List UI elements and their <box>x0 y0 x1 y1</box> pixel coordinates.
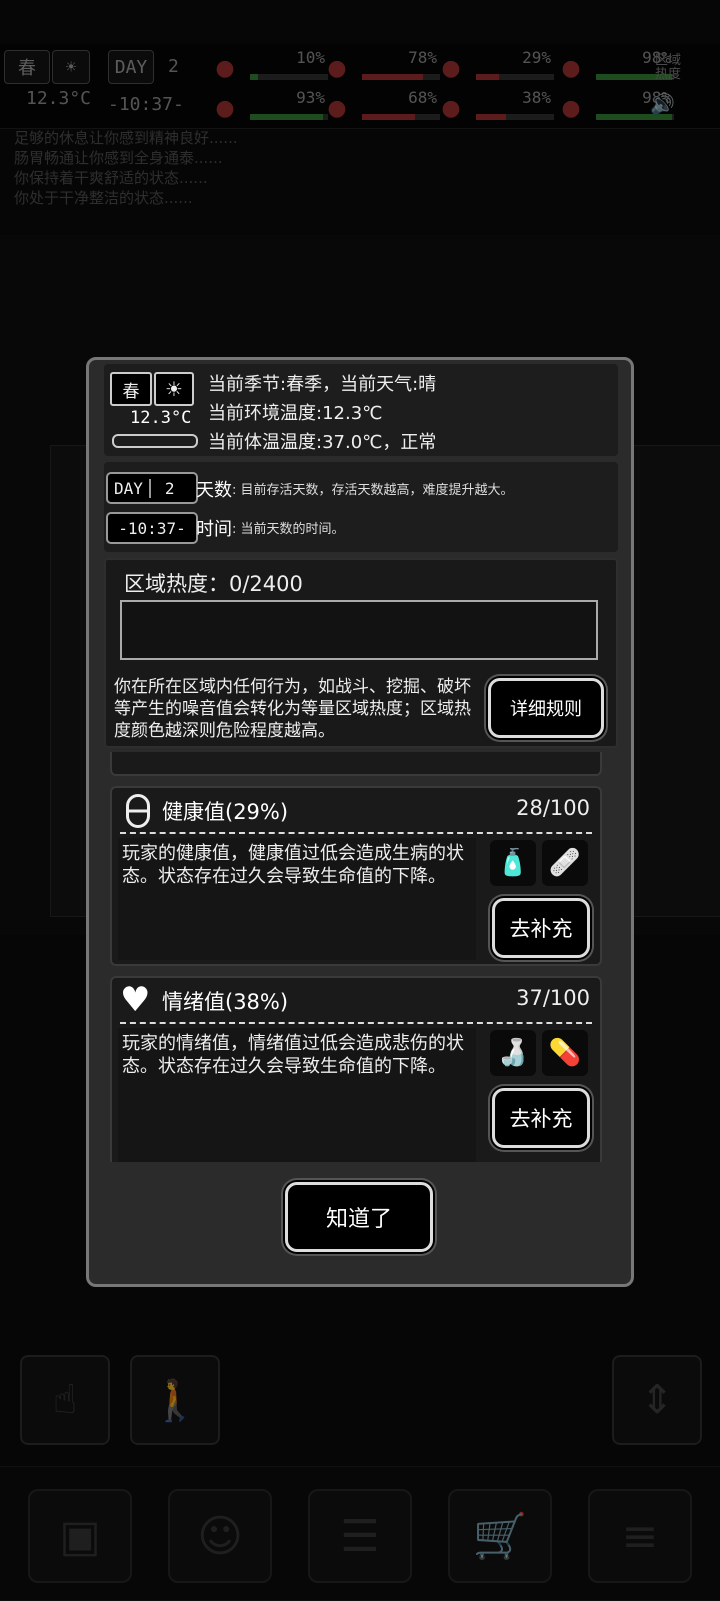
time-description: : 当前天数的时间。 <box>232 522 345 537</box>
mood-title: 情绪值(38%) <box>162 990 289 1014</box>
season-weather-line: 当前季节:春季，当前天气:晴 <box>208 374 437 395</box>
heat-description: 你在所在区域内任何行为，如战斗、挖掘、破坏等产生的噪音值会转化为等量区域热度；区… <box>114 677 471 741</box>
day-description: : 目前存活天数，存活天数越高，难度提升越大。 <box>232 483 514 498</box>
health-description: 玩家的健康值，健康值过低会造成生病的状态。状态存在过久会导致生命值的下降。 <box>122 843 464 887</box>
mood-card: ♥ 情绪值(38%) 37/100 玩家的情绪值，情绪值过低会造成悲伤的状态。状… <box>110 976 602 1162</box>
heart-icon: ♥ <box>120 980 151 1020</box>
heat-progress-bar <box>120 600 598 660</box>
medicine-spray-icon[interactable]: 🧴 <box>490 840 536 886</box>
health-replenish-button[interactable]: 去补充 <box>492 898 590 958</box>
mood-replenish-button[interactable]: 去补充 <box>492 1088 590 1148</box>
divider <box>120 832 592 834</box>
previous-card-edge <box>110 752 602 776</box>
status-info-dialog: 春 ☀ 12.3°C 当前季节:春季，当前天气:晴 当前环境温度:12.3℃ 当… <box>86 357 634 1287</box>
day-lcd: DAY 2 <box>106 472 198 504</box>
status-card-list[interactable]: 健康值(29%) 28/100 玩家的健康值，健康值过低会造成生病的状态。状态存… <box>104 752 618 1162</box>
day-title: 天数 <box>196 480 232 501</box>
season-badge: 春 <box>110 372 152 406</box>
pills-icon[interactable]: 💊 <box>542 1030 588 1076</box>
bottle-icon[interactable]: 🍶 <box>490 1030 536 1076</box>
weather-panel: 春 ☀ 12.3°C 当前季节:春季，当前天气:晴 当前环境温度:12.3℃ 当… <box>104 364 618 456</box>
weather-icon-group: 春 ☀ 12.3°C <box>110 372 198 452</box>
divider <box>120 1022 592 1024</box>
mood-description: 玩家的情绪值，情绪值过低会造成悲伤的状态。状态存在过久会导致生命值的下降。 <box>122 1033 464 1077</box>
env-temp-line: 当前环境温度:12.3℃ <box>208 403 383 424</box>
health-title: 健康值(29%) <box>162 800 289 824</box>
bandage-icon[interactable]: 🩹 <box>542 840 588 886</box>
detailed-rules-button[interactable]: 详细规则 <box>488 678 604 738</box>
sun-icon: ☀ <box>154 372 194 406</box>
body-temp-line: 当前体温温度:37.0℃，正常 <box>208 432 437 453</box>
heat-title: 区域热度：0/2400 <box>124 572 303 596</box>
thermometer-icon <box>112 434 198 448</box>
mood-value: 37/100 <box>516 986 590 1010</box>
region-heat-panel: 区域热度：0/2400 你在所在区域内任何行为，如战斗、挖掘、破坏等产生的噪音值… <box>104 558 618 748</box>
time-lcd: -10:37- <box>106 512 198 544</box>
weather-temp: 12.3°C <box>130 408 192 428</box>
time-title: 时间 <box>196 519 232 540</box>
got-it-button[interactable]: 知道了 <box>285 1182 433 1252</box>
day-time-panel: DAY 2 天数 : 目前存活天数，存活天数越高，难度提升越大。 -10:37-… <box>104 462 618 552</box>
health-card: 健康值(29%) 28/100 玩家的健康值，健康值过低会造成生病的状态。状态存… <box>110 786 602 966</box>
health-pill-icon <box>126 794 150 828</box>
health-value: 28/100 <box>516 796 590 820</box>
